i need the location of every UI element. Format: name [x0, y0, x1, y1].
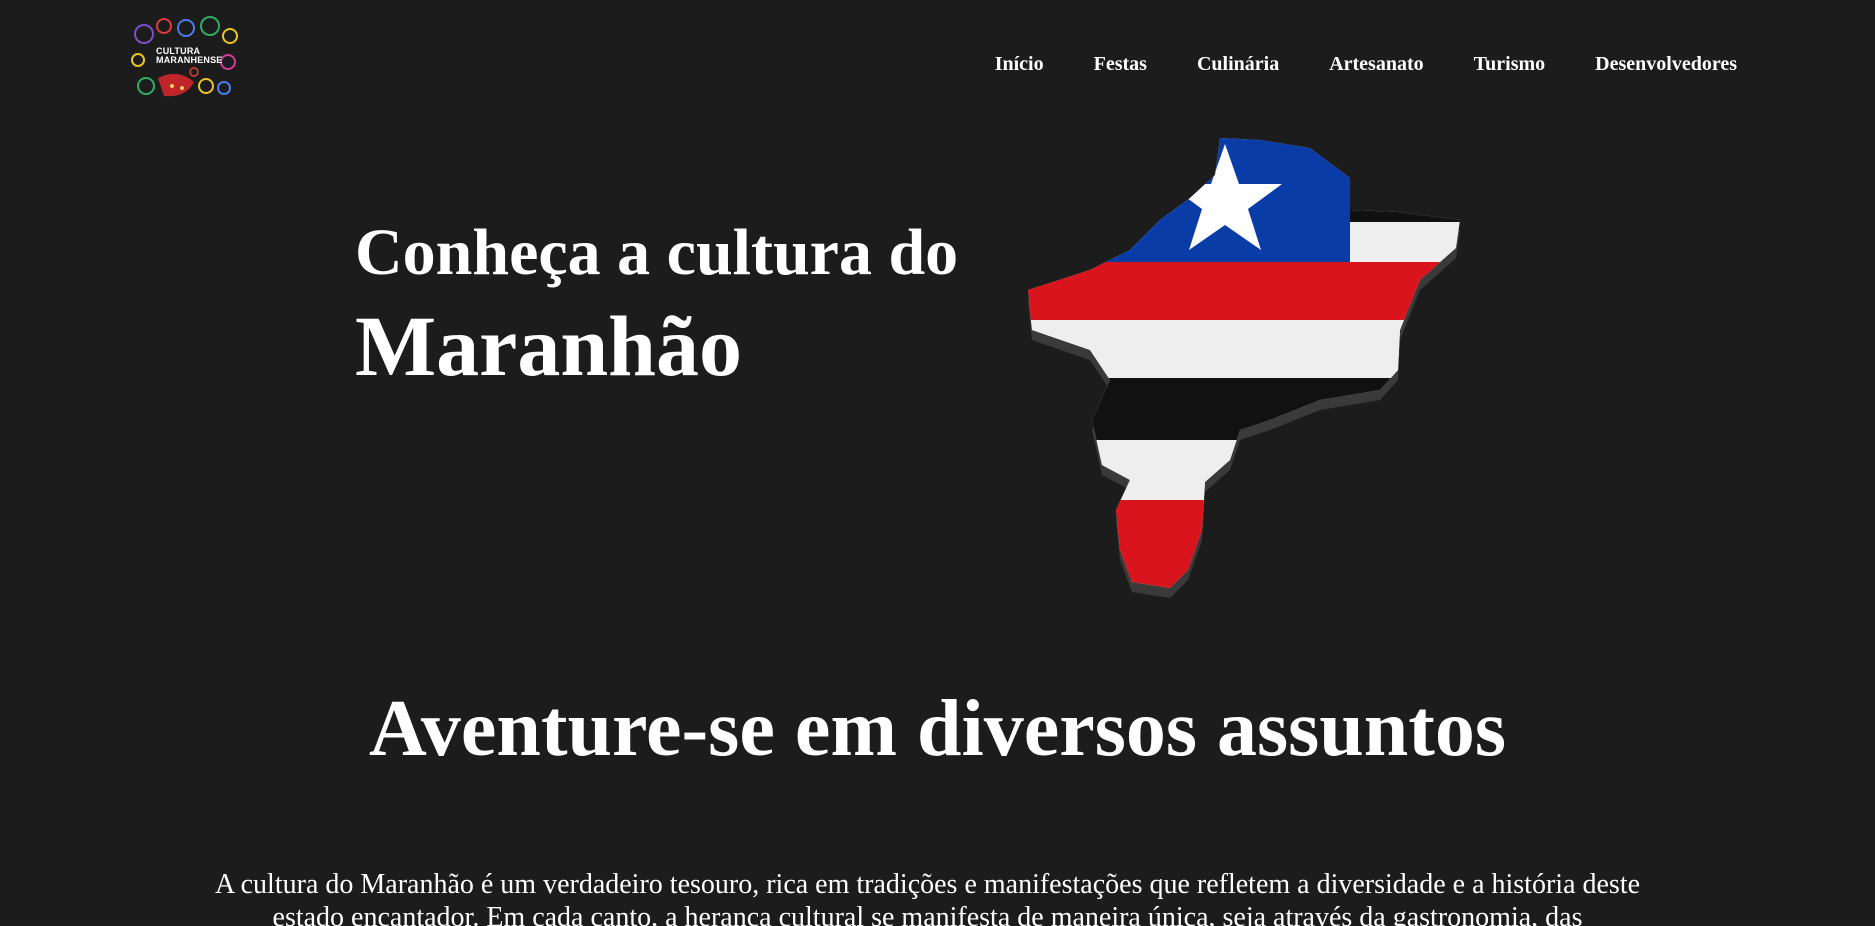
maranhao-flag-map-icon: [1028, 138, 1460, 598]
nav-item-inicio[interactable]: Início: [995, 53, 1044, 76]
nav-item-desenvolvedores[interactable]: Desenvolvedores: [1595, 53, 1737, 76]
maranhao-flag-map-image: [1020, 130, 1490, 600]
logo-text: CULTURA MARANHENSE: [156, 47, 223, 65]
nav-item-culinaria[interactable]: Culinária: [1197, 53, 1279, 76]
nav-item-festas[interactable]: Festas: [1094, 53, 1147, 76]
nav-item-turismo[interactable]: Turismo: [1474, 53, 1546, 76]
main-nav: Início Festas Culinária Artesanato Turis…: [995, 53, 1737, 76]
logo-line2: MARANHENSE: [156, 55, 223, 65]
hero-title-line1: Conheça a cultura do: [355, 216, 959, 289]
section-title: Aventure-se em diversos assuntos: [369, 685, 1506, 773]
nav-item-artesanato[interactable]: Artesanato: [1329, 53, 1423, 76]
page: CULTURA MARANHENSE Início Festas Culinár…: [0, 0, 1875, 926]
section-paragraph: A cultura do Maranhão é um verdadeiro te…: [214, 869, 1641, 926]
hero-title-line2: Maranhão: [355, 298, 742, 394]
site-logo[interactable]: CULTURA MARANHENSE: [128, 16, 246, 104]
